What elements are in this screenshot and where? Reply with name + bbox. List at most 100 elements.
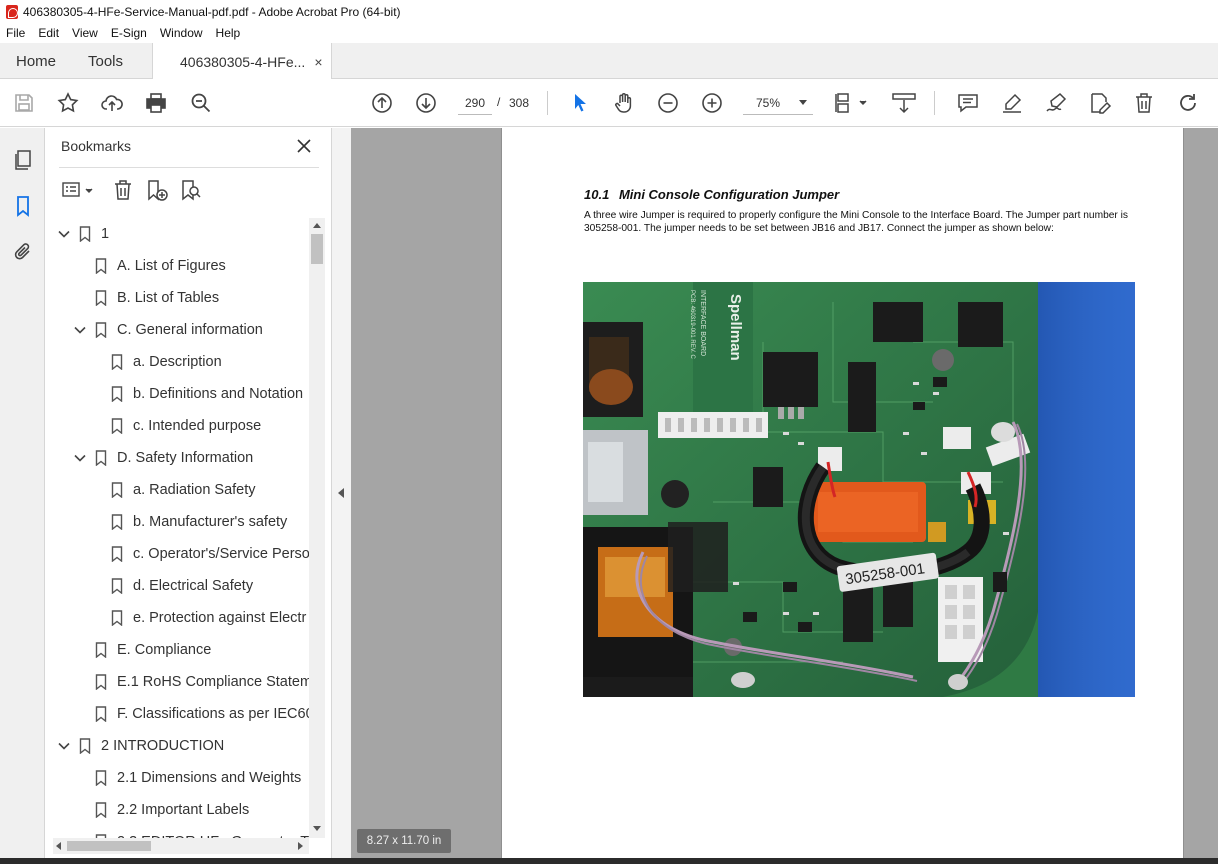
scroll-right-arrow[interactable] [298,842,303,850]
tab-tools[interactable]: Tools [72,43,152,79]
pdf-page: 10.1 Mini Console Configuration Jumper A… [501,128,1184,864]
bookmark-item[interactable]: c. Operator's/Service Perso [111,538,309,570]
bookmark-item[interactable]: e. Protection against Electr [111,602,306,634]
scrollbar-thumb[interactable] [311,234,323,264]
section-body-text: A three wire Jumper is required to prope… [584,210,1128,234]
bookmarks-tree: 1 A. List of Figures B. List of Tables C. G… [45,218,309,838]
document-view[interactable]: 10.1 Mini Console Configuration Jumper A… [351,128,1218,864]
panel-splitter[interactable] [332,128,351,864]
bookmark-item[interactable]: C. General information [73,314,263,346]
bookmark-label: A. List of Figures [117,258,226,274]
options-menu-icon[interactable] [61,178,95,202]
bookmark-label: d. Electrical Safety [133,578,254,594]
bookmark-item[interactable]: F. Classifications as per IEC60 [95,698,309,730]
bookmarks-horizontal-scrollbar[interactable] [53,838,309,854]
upload-icon[interactable] [100,91,124,115]
bookmark-star-icon[interactable] [56,91,80,115]
bookmark-label: F. Classifications as per IEC60 [117,706,309,722]
print-icon[interactable] [144,91,168,115]
tab-home[interactable]: Home [0,43,72,79]
page-down-icon[interactable] [414,91,438,115]
bookmark-label: e. Protection against Electr [133,610,307,626]
bookmarks-vertical-scrollbar[interactable] [309,218,325,838]
menu-edit[interactable]: Edit [38,26,59,40]
bookmark-item[interactable]: E.1 RoHS Compliance Statem [95,666,309,698]
close-icon[interactable] [296,138,312,154]
bookmark-item[interactable]: 2.1 Dimensions and Weights [95,762,301,794]
bookmark-label: D. Safety Information [117,450,254,466]
new-bookmark-icon[interactable] [145,178,169,202]
divider [59,167,319,168]
zoom-level-select[interactable]: 75% [743,91,813,115]
menu-file[interactable]: File [6,26,25,40]
rotate-icon[interactable] [1176,91,1200,115]
tab-close-icon[interactable]: × [314,54,322,70]
scroll-up-arrow[interactable] [313,223,321,228]
scroll-mode-icon[interactable] [890,91,918,115]
collapse-panel-icon[interactable] [338,488,344,498]
bookmark-item[interactable]: E. Compliance [95,634,211,666]
bookmark-label: B. List of Tables [117,290,220,306]
attachments-icon[interactable] [11,240,35,264]
page-thumbnails-icon[interactable] [11,148,35,172]
bookmark-item[interactable]: 2.3 EDITOR HFe Generator T [95,826,309,838]
pdf-app-icon [6,4,18,19]
bookmark-item[interactable]: b. Manufacturer's safety [111,506,287,538]
page-size-badge: 8.27 x 11.70 in [357,829,451,853]
comment-icon[interactable] [956,91,980,115]
tab-document[interactable]: 406380305-4-HFe... × [152,43,332,80]
chevron-down-icon[interactable] [57,227,71,241]
bookmark-item[interactable]: B. List of Tables [95,282,219,314]
chevron-down-icon[interactable] [57,739,71,753]
zoom-level-value: 75% [756,95,781,110]
scroll-down-arrow[interactable] [313,826,321,831]
bookmark-item[interactable]: D. Safety Information [73,442,253,474]
chevron-down-icon[interactable] [73,451,87,465]
chevron-down-icon[interactable] [73,323,87,337]
bookmark-icon [111,514,123,530]
section-heading: 10.1 Mini Console Configuration Jumper [584,187,839,202]
board-label: INTERFACE BOARD [699,290,706,356]
zoom-in-icon[interactable] [700,91,724,115]
bookmark-item[interactable]: a. Radiation Safety [111,474,256,506]
delete-icon[interactable] [1132,91,1156,115]
window-title: 406380305-4-HFe-Service-Manual-pdf.pdf -… [23,4,401,19]
menu-window[interactable]: Window [160,26,203,40]
save-icon[interactable] [12,91,36,115]
zoom-out-icon[interactable] [656,91,680,115]
page-display-icon[interactable] [834,91,870,115]
tab-document-label: 406380305-4-HFe... [180,53,306,70]
bookmark-item[interactable]: 2.2 Important Labels [95,794,249,826]
bookmark-item[interactable]: b. Definitions and Notation [111,378,303,410]
bookmark-icon [95,770,107,786]
bookmark-item[interactable]: d. Electrical Safety [111,570,253,602]
edit-pdf-icon[interactable] [1088,91,1112,115]
bookmark-label: a. Description [133,354,222,370]
delete-bookmark-icon[interactable] [111,178,135,202]
bookmark-item[interactable]: A. List of Figures [95,250,226,282]
section-number: 10.1 [584,187,610,202]
highlight-icon[interactable] [1000,91,1024,115]
bookmark-icon [95,802,107,818]
menu-help[interactable]: Help [216,26,241,40]
search-icon[interactable] [189,91,213,115]
scroll-left-arrow[interactable] [56,842,61,850]
select-cursor-icon[interactable] [568,91,592,115]
bookmark-item[interactable]: 1 [57,218,109,250]
bookmark-icon [111,578,123,594]
find-bookmark-icon[interactable] [179,178,203,202]
menu-view[interactable]: View [72,26,98,40]
bookmarks-panel: Bookmarks 1 A. List of Figures B. List of … [45,128,332,864]
menu-esign[interactable]: E-Sign [111,26,147,40]
bookmark-item[interactable]: c. Intended purpose [111,410,261,442]
page-up-icon[interactable] [370,91,394,115]
bookmark-item[interactable]: a. Description [111,346,222,378]
bookmarks-panel-icon[interactable] [11,194,35,218]
scrollbar-thumb[interactable] [67,841,151,851]
bookmark-label: 1 [101,226,110,242]
bookmark-item[interactable]: 2 INTRODUCTION [57,730,224,762]
current-page-input[interactable] [458,91,492,115]
bookmarks-title: Bookmarks [61,138,132,154]
hand-icon[interactable] [612,91,636,115]
sign-icon[interactable] [1044,91,1068,115]
